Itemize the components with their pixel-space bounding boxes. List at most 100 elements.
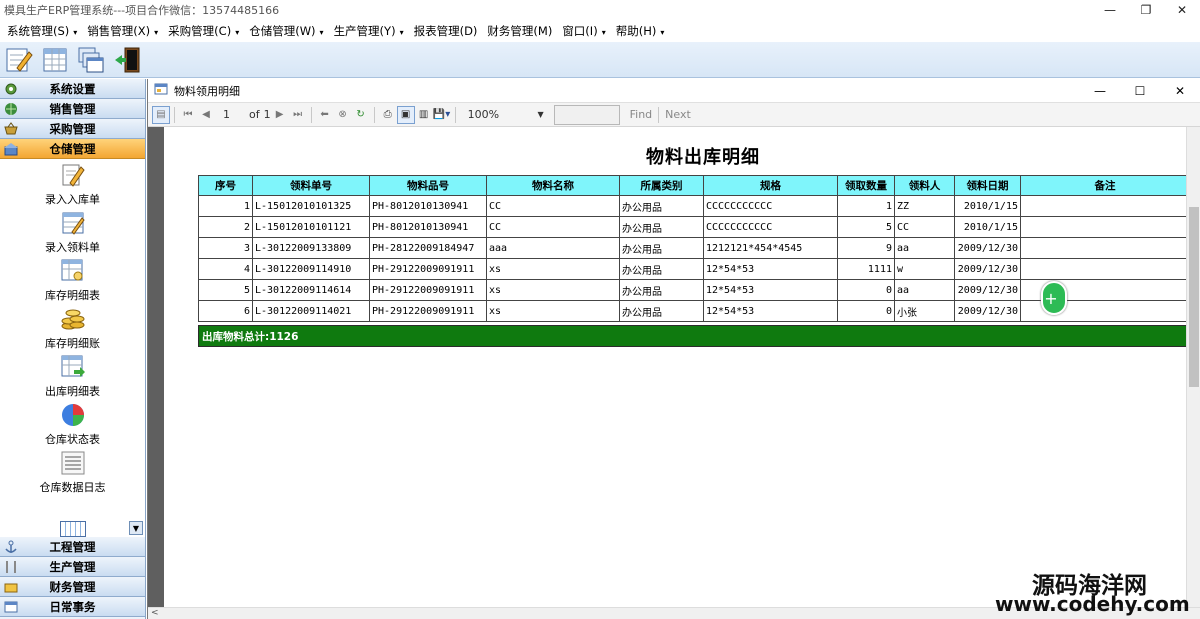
find-text-input[interactable] [553,104,620,125]
globe-icon [2,102,20,116]
table-row: 4 L-30122009114910 PH-29122009091911 xs … [198,258,1190,280]
export-icon[interactable]: 💾▾ [433,106,451,124]
next-page-icon[interactable]: ▶ [271,106,289,124]
cell-category: 办公用品 [619,279,704,301]
cell-qty: 5 [837,216,895,238]
cell-receiver: 小张 [894,300,955,322]
table-header-row: 序号 领料单号 物料品号 物料名称 所属类别 规格 领取数量 领料人 领料日期 … [198,175,1190,196]
cell-part-no: PH-29122009091911 [369,279,487,301]
column-header: 领料日期 [954,175,1021,196]
nav-item-inbound-entry[interactable]: 录入入库单 [0,159,145,207]
tools-icon [2,560,20,574]
pencil-paper-icon [59,161,87,189]
nav-group-purchase[interactable]: 采购管理 [0,119,145,139]
sidebar: 系统设置 销售管理 采购管理 仓储管理 录入入库单 录入领料单 库存明细表 库存… [0,79,146,619]
windows-icon[interactable] [76,45,106,75]
last-page-icon[interactable]: ⏭ [289,106,307,124]
cell-category: 办公用品 [619,237,704,259]
first-page-icon[interactable]: ⏮ [179,106,197,124]
current-page-field[interactable]: 1 [215,108,245,121]
cell-part-no: PH-28122009184947 [369,237,487,259]
cell-qty: 1111 [837,258,895,280]
next-link[interactable]: Next [661,108,695,121]
menu-reports[interactable]: 报表管理(D) [409,23,483,39]
refresh-icon[interactable]: ↻ [352,106,370,124]
nav-item-warehouse-log[interactable]: 仓库数据日志 [0,447,145,495]
print-icon[interactable]: ⎙ [379,106,397,124]
cell-qty: 9 [837,237,895,259]
cell-part-no: PH-8012010130941 [369,216,487,238]
cell-req-no: L-30122009114614 [252,279,370,301]
column-header: 物料名称 [486,175,620,196]
cell-req-no: L-30122009114910 [252,258,370,280]
child-close-button[interactable]: ✕ [1160,79,1200,103]
cell-category: 办公用品 [619,258,704,280]
search-table-icon [59,257,87,285]
column-header: 所属类别 [619,175,704,196]
cell-req-no: L-30122009114021 [252,300,370,322]
nav-group-system-settings[interactable]: 系统设置 [0,79,145,99]
cell-qty: 0 [837,279,895,301]
sidebar-scroll-down-button[interactable]: ▼ [129,521,143,535]
page-of-label: of [249,108,260,121]
menu-purchase[interactable]: 采购管理(C) ▾ [163,23,244,39]
cell-spec: 12*54*53 [703,258,838,280]
app-title: 模具生产ERP管理系统---项目合作微信：13574485166 [4,4,280,17]
nav-item-stock-ledger[interactable]: 库存明细账 [0,303,145,351]
nav-group-finance[interactable]: 财务管理 [0,577,145,597]
find-link[interactable]: Find [626,108,657,121]
report-vertical-scrollbar[interactable] [1186,127,1200,607]
zoom-select[interactable]: 100% ▼ [460,106,548,124]
cell-req-no: L-15012010101121 [252,216,370,238]
menu-warehouse[interactable]: 仓储管理(W) ▾ [244,23,328,39]
cell-qty: 0 [837,300,895,322]
cell-spec: 12*54*53 [703,300,838,322]
stop-icon[interactable]: ⊗ [334,106,352,124]
nav-group-sales[interactable]: 销售管理 [0,99,145,119]
partial-item-icon [60,521,86,537]
minimize-button[interactable]: — [1092,0,1128,20]
nav-group-production[interactable]: 生产管理 [0,557,145,577]
money-icon [2,580,20,594]
print-layout-icon[interactable]: ▣ [396,105,415,124]
restore-button[interactable]: ❐ [1128,0,1164,20]
table-icon[interactable] [40,45,70,75]
cell-receiver: ZZ [894,195,955,217]
column-header: 规格 [703,175,838,196]
warehouse-item-list: 录入入库单 录入领料单 库存明细表 库存明细账 出库明细表 仓库状态表 仓库数据… [0,159,145,537]
cell-qty: 1 [837,195,895,217]
cell-part-no: PH-29122009091911 [369,300,487,322]
cell-part-name: CC [486,195,620,217]
menu-help[interactable]: 帮助(H) ▾ [611,23,670,39]
close-button[interactable]: ✕ [1164,0,1200,20]
back-icon[interactable]: ⬅ [316,106,334,124]
cell-seq: 5 [198,279,253,301]
menu-sales[interactable]: 销售管理(X) ▾ [82,23,163,39]
nav-group-engineering[interactable]: 工程管理 [0,537,145,557]
child-window-titlebar: 物料领用明细 — ☐ ✕ [148,79,1200,103]
nav-item-stock-detail-table[interactable]: 库存明细表 [0,255,145,303]
toggle-document-map-icon[interactable]: ▤ [152,105,170,124]
table-arrow-icon [59,353,87,381]
child-minimize-button[interactable]: — [1080,79,1120,103]
main-toolbar [0,42,1200,78]
cell-spec: CCCCCCCCCCC [703,195,838,217]
previous-page-icon[interactable]: ◀ [197,106,215,124]
form-icon [154,82,168,99]
edit-icon[interactable] [4,45,34,75]
nav-group-warehouse[interactable]: 仓储管理 [0,139,145,159]
menu-window[interactable]: 窗口(I) ▾ [557,23,610,39]
nav-item-requisition-entry[interactable]: 录入领料单 [0,207,145,255]
menu-system[interactable]: 系统管理(S) ▾ [2,23,82,39]
cell-date: 2010/1/15 [954,216,1021,238]
nav-item-outbound-detail[interactable]: 出库明细表 [0,351,145,399]
page-setup-icon[interactable]: ▥ [415,106,433,124]
exit-door-icon[interactable] [112,45,142,75]
menu-finance[interactable]: 财务管理(M) [482,23,557,39]
menu-production[interactable]: 生产管理(Y) ▾ [329,23,409,39]
child-maximize-button[interactable]: ☐ [1120,79,1160,103]
floating-plus-button[interactable]: + [1041,281,1067,315]
nav-group-daily-affairs[interactable]: 日常事务 [0,597,145,617]
cell-part-name: CC [486,216,620,238]
nav-item-warehouse-status[interactable]: 仓库状态表 [0,399,145,447]
